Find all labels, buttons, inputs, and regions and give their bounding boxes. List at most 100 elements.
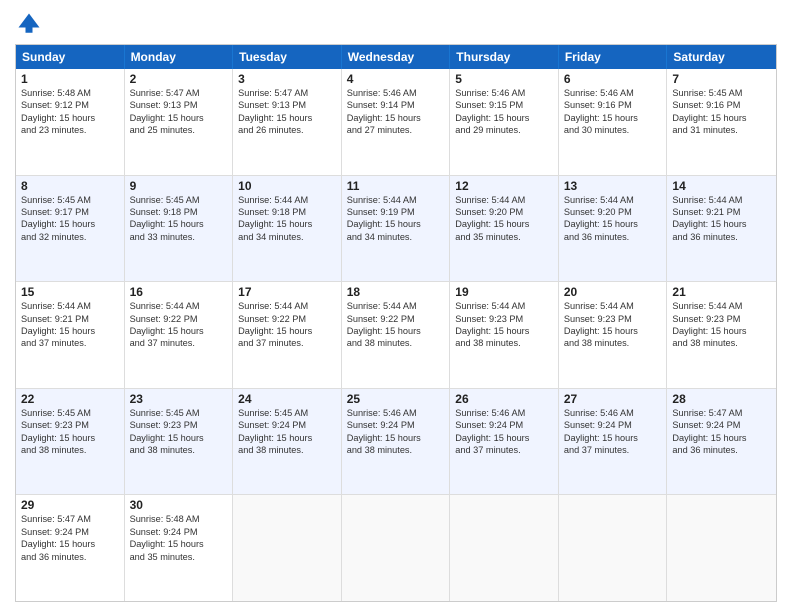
day-number: 1 [21, 72, 119, 86]
cell-info-line: Sunrise: 5:46 AM [455, 87, 553, 99]
cal-cell-10: 10Sunrise: 5:44 AMSunset: 9:18 PMDayligh… [233, 176, 342, 282]
cell-info-line: Sunset: 9:22 PM [238, 313, 336, 325]
cal-header-wednesday: Wednesday [342, 45, 451, 69]
cell-info-line: and 34 minutes. [347, 231, 445, 243]
cell-info-line: Daylight: 15 hours [347, 218, 445, 230]
cell-info-line: Sunset: 9:24 PM [455, 419, 553, 431]
cell-info-line: Daylight: 15 hours [130, 218, 228, 230]
day-number: 5 [455, 72, 553, 86]
cell-info-line: Daylight: 15 hours [130, 432, 228, 444]
cal-cell-26: 26Sunrise: 5:46 AMSunset: 9:24 PMDayligh… [450, 389, 559, 495]
cell-info-line: Sunrise: 5:44 AM [455, 300, 553, 312]
cell-info-line: Sunrise: 5:45 AM [21, 407, 119, 419]
cell-info-line: Sunset: 9:19 PM [347, 206, 445, 218]
cal-cell-28: 28Sunrise: 5:47 AMSunset: 9:24 PMDayligh… [667, 389, 776, 495]
cal-cell-6: 6Sunrise: 5:46 AMSunset: 9:16 PMDaylight… [559, 69, 668, 175]
cell-info-line: Daylight: 15 hours [21, 325, 119, 337]
day-number: 6 [564, 72, 662, 86]
cell-info-line: Sunrise: 5:45 AM [130, 194, 228, 206]
cal-cell-11: 11Sunrise: 5:44 AMSunset: 9:19 PMDayligh… [342, 176, 451, 282]
cell-info-line: and 38 minutes. [455, 337, 553, 349]
cell-info-line: Daylight: 15 hours [130, 538, 228, 550]
cell-info-line: Daylight: 15 hours [672, 112, 771, 124]
cell-info-line: Sunrise: 5:47 AM [21, 513, 119, 525]
cell-info-line: Daylight: 15 hours [238, 325, 336, 337]
cell-info-line: Sunset: 9:24 PM [564, 419, 662, 431]
cal-cell-20: 20Sunrise: 5:44 AMSunset: 9:23 PMDayligh… [559, 282, 668, 388]
day-number: 28 [672, 392, 771, 406]
cell-info-line: and 36 minutes. [564, 231, 662, 243]
cell-info-line: and 36 minutes. [672, 231, 771, 243]
cell-info-line: Daylight: 15 hours [21, 538, 119, 550]
cal-header-sunday: Sunday [16, 45, 125, 69]
day-number: 14 [672, 179, 771, 193]
cal-header-friday: Friday [559, 45, 668, 69]
cal-week-1: 1Sunrise: 5:48 AMSunset: 9:12 PMDaylight… [16, 69, 776, 176]
cell-info-line: Daylight: 15 hours [347, 325, 445, 337]
cell-info-line: Daylight: 15 hours [564, 325, 662, 337]
cell-info-line: and 38 minutes. [564, 337, 662, 349]
day-number: 15 [21, 285, 119, 299]
cal-cell-17: 17Sunrise: 5:44 AMSunset: 9:22 PMDayligh… [233, 282, 342, 388]
day-number: 7 [672, 72, 771, 86]
cell-info-line: and 31 minutes. [672, 124, 771, 136]
cell-info-line: Sunrise: 5:46 AM [564, 407, 662, 419]
cell-info-line: Sunset: 9:22 PM [347, 313, 445, 325]
cell-info-line: Daylight: 15 hours [347, 112, 445, 124]
cell-info-line: and 38 minutes. [347, 337, 445, 349]
cell-info-line: Sunrise: 5:44 AM [564, 300, 662, 312]
cell-info-line: and 38 minutes. [238, 444, 336, 456]
cell-info-line: and 35 minutes. [455, 231, 553, 243]
cell-info-line: Sunset: 9:24 PM [672, 419, 771, 431]
cal-cell-2: 2Sunrise: 5:47 AMSunset: 9:13 PMDaylight… [125, 69, 234, 175]
cal-cell-23: 23Sunrise: 5:45 AMSunset: 9:23 PMDayligh… [125, 389, 234, 495]
cell-info-line: Sunrise: 5:44 AM [238, 300, 336, 312]
cell-info-line: Sunrise: 5:44 AM [672, 300, 771, 312]
cell-info-line: Sunset: 9:24 PM [21, 526, 119, 538]
day-number: 26 [455, 392, 553, 406]
cell-info-line: Sunset: 9:24 PM [347, 419, 445, 431]
cell-info-line: Daylight: 15 hours [130, 112, 228, 124]
day-number: 25 [347, 392, 445, 406]
day-number: 21 [672, 285, 771, 299]
cell-info-line: Sunset: 9:16 PM [564, 99, 662, 111]
cell-info-line: Sunset: 9:16 PM [672, 99, 771, 111]
day-number: 19 [455, 285, 553, 299]
cell-info-line: and 27 minutes. [347, 124, 445, 136]
day-number: 18 [347, 285, 445, 299]
cal-cell-29: 29Sunrise: 5:47 AMSunset: 9:24 PMDayligh… [16, 495, 125, 601]
cell-info-line: Sunset: 9:23 PM [21, 419, 119, 431]
cal-cell-8: 8Sunrise: 5:45 AMSunset: 9:17 PMDaylight… [16, 176, 125, 282]
cell-info-line: Sunset: 9:22 PM [130, 313, 228, 325]
day-number: 17 [238, 285, 336, 299]
cell-info-line: Sunrise: 5:45 AM [130, 407, 228, 419]
cell-info-line: Sunset: 9:13 PM [238, 99, 336, 111]
cell-info-line: Sunset: 9:18 PM [130, 206, 228, 218]
day-number: 16 [130, 285, 228, 299]
cell-info-line: Sunrise: 5:44 AM [238, 194, 336, 206]
header [15, 10, 777, 38]
cal-cell-22: 22Sunrise: 5:45 AMSunset: 9:23 PMDayligh… [16, 389, 125, 495]
cell-info-line: and 33 minutes. [130, 231, 228, 243]
cell-info-line: and 36 minutes. [672, 444, 771, 456]
cell-info-line: Sunrise: 5:44 AM [21, 300, 119, 312]
cal-week-5: 29Sunrise: 5:47 AMSunset: 9:24 PMDayligh… [16, 495, 776, 601]
cell-info-line: Sunrise: 5:46 AM [347, 87, 445, 99]
day-number: 8 [21, 179, 119, 193]
day-number: 2 [130, 72, 228, 86]
cell-info-line: Daylight: 15 hours [564, 218, 662, 230]
cell-info-line: Sunrise: 5:45 AM [238, 407, 336, 419]
day-number: 11 [347, 179, 445, 193]
cal-cell-4: 4Sunrise: 5:46 AMSunset: 9:14 PMDaylight… [342, 69, 451, 175]
cell-info-line: and 37 minutes. [238, 337, 336, 349]
cal-cell-1: 1Sunrise: 5:48 AMSunset: 9:12 PMDaylight… [16, 69, 125, 175]
cal-cell-7: 7Sunrise: 5:45 AMSunset: 9:16 PMDaylight… [667, 69, 776, 175]
cell-info-line: and 38 minutes. [130, 444, 228, 456]
cell-info-line: and 37 minutes. [21, 337, 119, 349]
cell-info-line: Sunrise: 5:47 AM [130, 87, 228, 99]
cell-info-line: Sunset: 9:21 PM [21, 313, 119, 325]
cal-cell-15: 15Sunrise: 5:44 AMSunset: 9:21 PMDayligh… [16, 282, 125, 388]
cell-info-line: Daylight: 15 hours [238, 112, 336, 124]
cell-info-line: Sunrise: 5:48 AM [21, 87, 119, 99]
cal-cell-empty-4 [450, 495, 559, 601]
